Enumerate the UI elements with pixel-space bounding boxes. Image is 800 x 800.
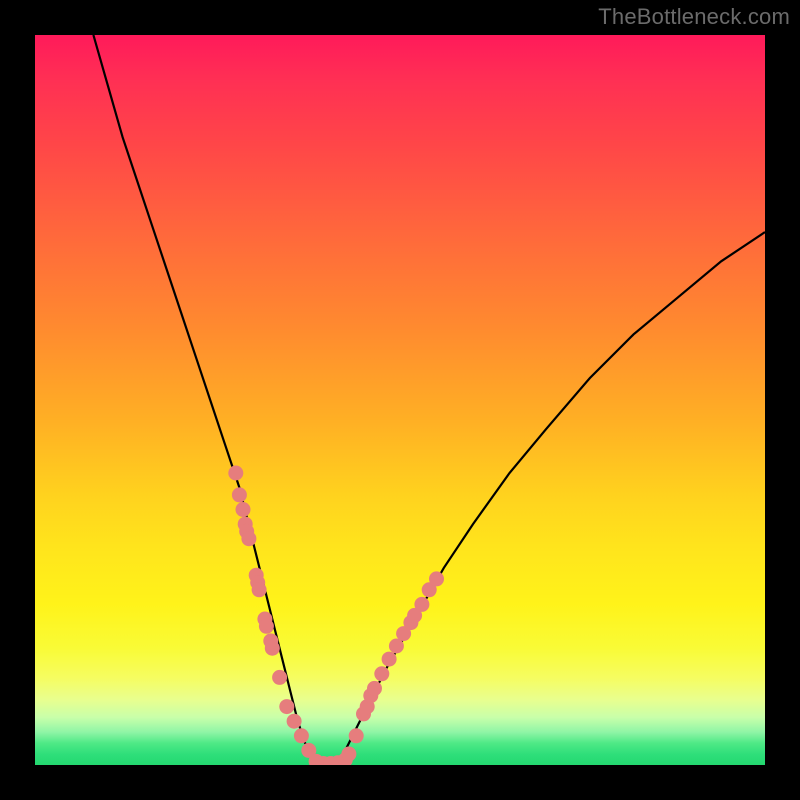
bottleneck-curve (93, 35, 765, 765)
chart-svg (35, 35, 765, 765)
data-point (287, 714, 302, 729)
data-point (272, 670, 287, 685)
data-point (414, 597, 429, 612)
data-point (341, 747, 356, 762)
chart-frame: TheBottleneck.com (0, 0, 800, 800)
data-point (228, 466, 243, 481)
data-point (367, 681, 382, 696)
scatter-dots (228, 466, 444, 766)
data-point (349, 728, 364, 743)
data-point (279, 699, 294, 714)
data-point (265, 641, 280, 656)
data-point (294, 728, 309, 743)
data-point (429, 571, 444, 586)
data-point (236, 502, 251, 517)
data-point (374, 666, 389, 681)
data-point (241, 531, 256, 546)
plot-area (35, 35, 765, 765)
data-point (232, 487, 247, 502)
data-point (252, 582, 267, 597)
watermark-label: TheBottleneck.com (598, 4, 790, 30)
data-point (382, 652, 397, 667)
data-point (259, 619, 274, 634)
